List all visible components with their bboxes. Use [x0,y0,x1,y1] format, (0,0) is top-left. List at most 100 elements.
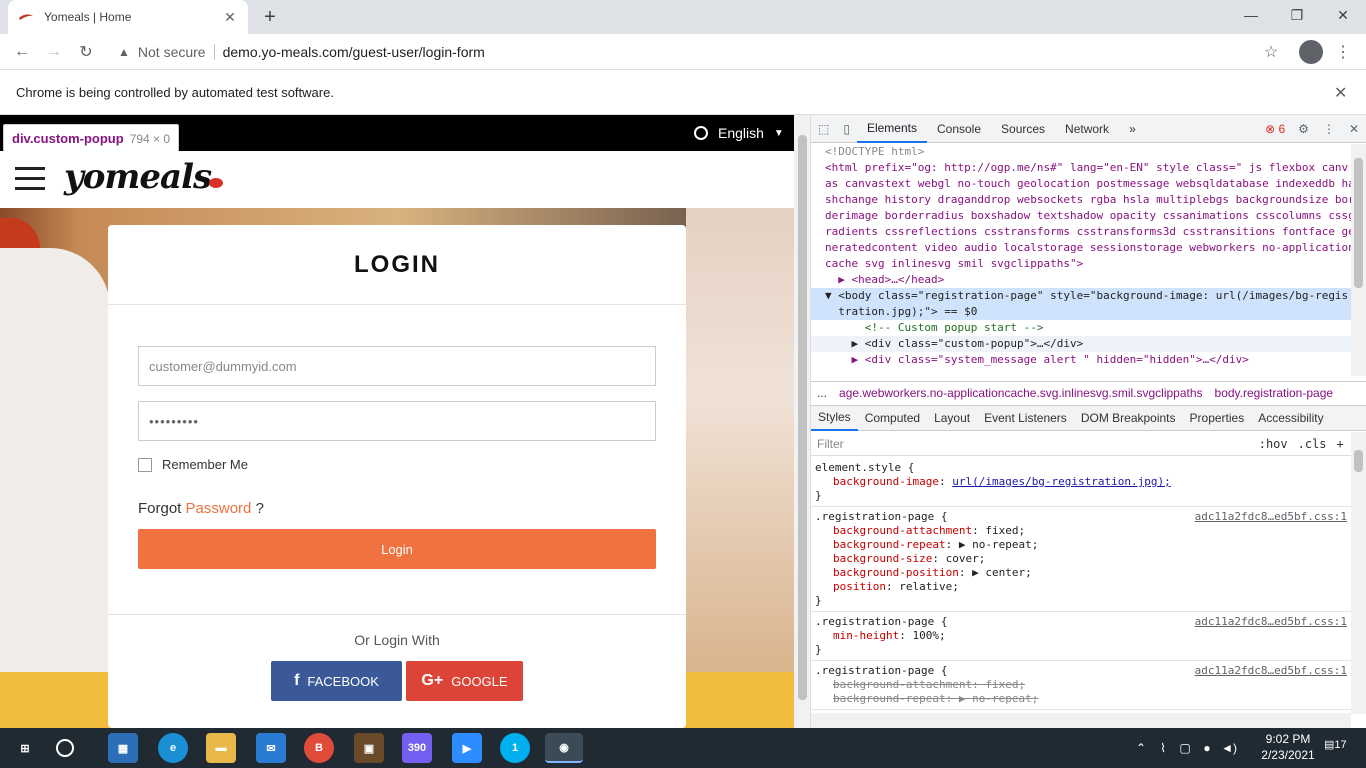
profile-avatar-icon[interactable] [1299,40,1323,64]
game-app-icon[interactable]: ▣ [354,733,384,763]
close-devtools-icon[interactable]: ✕ [1342,122,1366,136]
settings-gear-icon[interactable]: ⚙ [1291,122,1316,136]
forward-arrow-icon[interactable]: → [40,38,68,66]
network-icon[interactable]: ⌇ [1152,741,1174,755]
horizontal-scrollbar[interactable] [811,713,1351,728]
device-toolbar-icon[interactable]: ▯ [836,122,857,136]
dom-node-line[interactable]: derimage borderradius boxshadow textshad… [811,208,1351,224]
volume-icon[interactable]: ◄) [1218,741,1240,755]
breadcrumb-body[interactable]: body.registration-page [1209,386,1340,400]
subtab-dom-breakpoints[interactable]: DOM Breakpoints [1074,405,1183,431]
hamburger-menu-icon[interactable] [15,167,45,191]
styles-scrollbar[interactable] [1351,432,1366,714]
viber-icon[interactable]: 390 [402,733,432,763]
style-property[interactable]: background-position: ▶ center; [815,566,1347,580]
overridden-property[interactable]: background-repeat: ▶ no-repeat; [815,692,1347,706]
overridden-property[interactable]: background-attachment: fixed; [815,678,1347,692]
login-button[interactable]: Login [138,529,656,569]
close-infobar-icon[interactable]: ✕ [1334,83,1347,103]
subtab-event-listeners[interactable]: Event Listeners [977,405,1074,431]
email-field[interactable]: customer@dummyid.com [138,346,656,386]
microphone-icon[interactable]: ● [1196,741,1218,755]
minimize-window-icon[interactable]: — [1228,0,1274,30]
show-hidden-icons-icon[interactable]: ⌃ [1130,741,1152,755]
styles-filter-input[interactable]: Filter [817,437,1254,451]
page-scrollbar[interactable] [794,115,811,728]
breadcrumb-html[interactable]: age.webworkers.no-applicationcache.svg.i… [833,386,1209,400]
browser-menu-icon[interactable]: ⋮ [1333,40,1353,64]
dom-node-line[interactable]: ▶ <div class="custom-popup">…</div> [811,336,1351,352]
system-clock[interactable]: 9:02 PM 2/23/2021 [1258,731,1318,763]
style-property[interactable]: background-repeat: ▶ no-repeat; [815,538,1347,552]
dom-node-line[interactable]: ▶ <head>…</head> [811,272,1351,288]
chrome-taskbar-icon[interactable]: ◉ [545,733,583,763]
subtab-layout[interactable]: Layout [927,405,977,431]
style-property[interactable]: background-image: url(/images/bg-registr… [815,475,1347,489]
back-arrow-icon[interactable]: ← [8,38,36,66]
tab-elements[interactable]: Elements [856,115,927,143]
class-toggle[interactable]: .cls [1293,437,1332,451]
dom-node-line[interactable]: <!DOCTYPE html> [811,144,1351,160]
dom-node-line[interactable]: tration.jpg);"> == $0 [811,304,1351,320]
warning-triangle-icon[interactable]: ▲ [118,45,130,59]
bookmark-star-icon[interactable]: ☆ [1261,42,1281,62]
dom-node-line[interactable]: shchange history draganddrop websockets … [811,192,1351,208]
remember-checkbox[interactable] [138,457,152,472]
subtab-styles[interactable]: Styles [811,405,858,431]
windows-start-icon[interactable]: ⊞ [10,733,40,763]
dom-node-line[interactable]: neratedcontent video audio localstorage … [811,240,1351,256]
new-rule-icon[interactable]: + [1332,437,1349,451]
style-property[interactable]: background-attachment: fixed; [815,524,1347,538]
search-circle-icon[interactable] [56,739,74,757]
elements-scrollbar[interactable] [1351,144,1366,376]
zoom-icon[interactable]: ▶ [452,733,482,763]
password-field[interactable]: ••••••••• [138,401,656,441]
mail-icon[interactable]: ✉ [256,733,286,763]
remember-me[interactable]: Remember Me [138,457,248,472]
file-explorer-icon[interactable]: ▬ [206,733,236,763]
edge-icon[interactable]: e [158,733,188,763]
address-bar[interactable]: ▲ Not secure demo.yo-meals.com/guest-use… [106,38,1296,66]
language-label[interactable]: English [718,125,764,141]
chrome-profile-icon[interactable]: B [304,733,334,763]
more-tabs-icon[interactable]: » [1119,115,1146,143]
style-property[interactable]: position: relative; [815,580,1347,594]
close-window-icon[interactable]: ✕ [1320,0,1366,30]
style-property[interactable]: background-size: cover; [815,552,1347,566]
forgot-password-link[interactable]: Password [186,500,252,517]
dom-node-line[interactable]: as canvastext webgl no-touch geolocation… [811,176,1351,192]
facebook-login-button[interactable]: f FACEBOOK [271,661,402,701]
subtab-accessibility[interactable]: Accessibility [1251,405,1330,431]
error-count-badge[interactable]: ⊗ 6 [1259,122,1291,136]
browser-tab[interactable]: Yomeals | Home ✕ [8,0,248,34]
new-tab-button[interactable]: + [258,6,282,28]
stylesheet-link[interactable]: adc11a2fdc8…ed5bf.css:1 [1195,510,1347,524]
close-tab-icon[interactable]: ✕ [222,9,238,25]
dom-node-line[interactable]: radients cssreflections csstransforms cs… [811,224,1351,240]
dom-node-line[interactable]: ▶ <div class="system_message alert " hid… [811,352,1351,368]
style-property[interactable]: min-height: 100%; [815,629,1347,643]
hover-state-toggle[interactable]: :hov [1254,437,1293,451]
dom-node-line[interactable]: <!-- Custom popup start --> [811,320,1351,336]
reload-icon[interactable]: ↻ [72,38,100,66]
google-login-button[interactable]: G+ GOOGLE [406,661,523,701]
tab-sources[interactable]: Sources [991,115,1055,143]
tab-console[interactable]: Console [927,115,991,143]
device-icon[interactable]: ▢ [1174,741,1196,755]
dom-node-line[interactable]: cache svg inlinesvg smil svgclippaths"> [811,256,1351,272]
rule-selector[interactable]: element.style { [815,461,1347,475]
store-icon[interactable]: ▦ [108,733,138,763]
inspect-element-icon[interactable]: ⬚ [811,122,836,136]
security-status[interactable]: Not secure [138,44,206,60]
subtab-computed[interactable]: Computed [858,405,927,431]
tab-network[interactable]: Network [1055,115,1119,143]
url-text[interactable]: demo.yo-meals.com/guest-user/login-form [223,44,485,60]
site-logo[interactable]: yomeals [64,157,224,197]
skype-icon[interactable]: 1 [500,733,530,763]
restore-window-icon[interactable]: ❐ [1274,0,1320,30]
dom-node-line[interactable]: <html prefix="og: http://ogp.me/ns#" lan… [811,160,1351,176]
subtab-properties[interactable]: Properties [1183,405,1252,431]
language-selector[interactable]: English ▼ [694,125,784,141]
notification-center-icon[interactable]: ▤17 [1324,738,1348,758]
devtools-menu-icon[interactable]: ⋮ [1316,122,1342,136]
